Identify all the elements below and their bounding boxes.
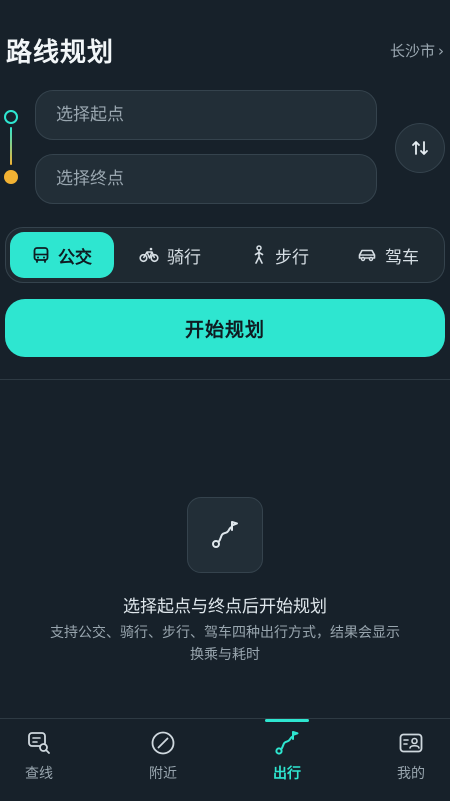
start-input-box[interactable]	[35, 90, 377, 140]
nav-item-travel[interactable]: 出行	[231, 719, 343, 801]
empty-state-title: 选择起点与终点后开始规划	[123, 597, 327, 617]
swap-button[interactable]	[395, 123, 445, 173]
mode-bus-label: 公交	[58, 247, 92, 268]
divider	[0, 379, 450, 380]
nav-label-travel: 出行	[273, 766, 301, 782]
start-input[interactable]	[54, 104, 358, 126]
mode-walk-tab[interactable]: 步行	[228, 232, 332, 278]
nav-label-nearby: 附近	[149, 766, 177, 782]
swap-vertical-icon	[412, 141, 428, 155]
travel-mode-bar: 公交 骑行 步行 驾车	[5, 227, 445, 283]
bus-icon	[33, 247, 49, 263]
car-icon	[358, 249, 376, 262]
nav-item-nearby[interactable]: 附近	[107, 719, 219, 801]
mode-car-label: 驾车	[385, 247, 419, 268]
start-dot-icon	[4, 110, 18, 124]
end-input-box[interactable]	[35, 154, 377, 204]
mode-bike-label: 骑行	[167, 247, 201, 268]
compass-icon	[151, 731, 175, 755]
empty-state-icon-box	[187, 497, 263, 573]
start-planning-button[interactable]: 开始规划	[5, 299, 445, 357]
empty-state-description: 支持公交、骑行、步行、驾车四种出行方式，结果会显示换乘与耗时	[50, 625, 400, 663]
mode-bike-tab[interactable]: 骑行	[118, 232, 222, 278]
route-icon	[275, 731, 299, 755]
page-title: 路线规划	[6, 38, 115, 68]
route-indicator	[4, 110, 20, 190]
route-icon	[212, 521, 238, 548]
header: 路线规划 长沙市 ›	[0, 26, 450, 76]
bicycle-icon	[139, 247, 159, 263]
end-input[interactable]	[54, 168, 358, 190]
mode-walk-label: 步行	[275, 247, 309, 268]
profile-card-icon	[399, 733, 423, 753]
city-selector[interactable]: 长沙市 ›	[390, 40, 444, 61]
mode-car-tab[interactable]: 驾车	[336, 232, 440, 278]
bottom-nav: 查线 附近 出行 我的	[0, 718, 450, 801]
mode-bus-tab[interactable]: 公交	[10, 232, 114, 278]
chevron-right-icon: ›	[438, 41, 444, 60]
route-connector-line	[10, 127, 12, 165]
nav-label-mine: 我的	[397, 766, 425, 782]
walk-icon	[254, 245, 264, 264]
city-name: 长沙市	[389, 42, 435, 60]
search-line-icon	[28, 732, 50, 754]
nav-label-lines: 查线	[25, 766, 53, 782]
end-dot-icon	[4, 170, 18, 184]
nav-item-lines[interactable]: 查线	[0, 719, 95, 801]
nav-item-mine[interactable]: 我的	[355, 719, 450, 801]
